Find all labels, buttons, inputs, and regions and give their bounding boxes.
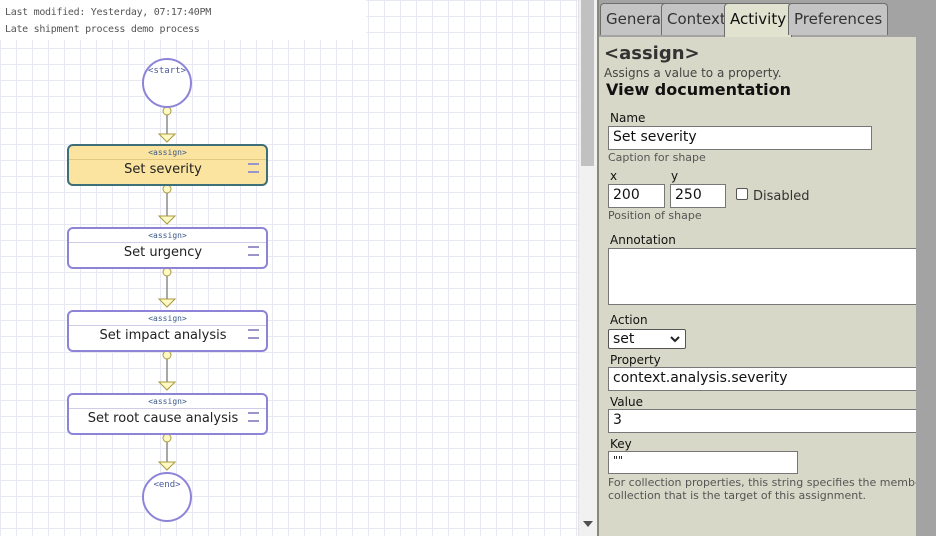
diagram-canvas[interactable]: Last modified: Yesterday, 07:17:40PM Lat… <box>0 0 578 536</box>
tab-preferences[interactable]: Preferences <box>788 3 889 35</box>
property-label: Property <box>610 353 661 367</box>
name-hint: Caption for shape <box>608 151 706 164</box>
shape-caption: Set urgency <box>123 245 203 260</box>
end-label: <end> <box>153 480 181 490</box>
disabled-checkbox[interactable] <box>736 188 748 200</box>
drag-handle-icon[interactable] <box>248 246 259 256</box>
arrowhead-icon <box>157 133 177 143</box>
action-select-value: set <box>613 331 635 347</box>
drag-handle-icon[interactable] <box>248 412 259 422</box>
shape-caption: Set impact analysis <box>99 328 227 343</box>
output-port[interactable] <box>162 433 172 443</box>
assign-shape-set-urgency[interactable]: <assign> Set urgency <box>67 227 268 269</box>
arrowhead-icon <box>157 381 177 391</box>
arrowhead-icon <box>157 298 177 308</box>
view-documentation-link[interactable]: View documentation <box>606 80 791 99</box>
scrollbar-thumb[interactable] <box>581 0 594 166</box>
name-label: Name <box>610 111 646 125</box>
key-hint-line-2: collection that is the target of this as… <box>608 489 867 502</box>
y-input[interactable]: 250 <box>670 184 726 208</box>
properties-panel: General Context Activity Preferences <as… <box>597 0 936 536</box>
end-node[interactable]: <end> <box>142 472 192 522</box>
assign-shape-set-impact-analysis[interactable]: <assign> Set impact analysis <box>67 310 268 352</box>
arrowhead-icon <box>157 461 177 471</box>
output-port[interactable] <box>162 106 172 116</box>
shape-tag: <assign> <box>148 397 187 406</box>
annotation-label: Annotation <box>610 233 676 247</box>
value-input[interactable]: 3 <box>608 409 928 433</box>
tab-bar: General Context Activity Preferences <box>599 0 936 38</box>
shape-caption: Set root cause analysis <box>87 411 239 426</box>
shape-tag: <assign> <box>148 148 187 157</box>
assign-shape-set-severity[interactable]: <assign> Set severity <box>67 144 268 186</box>
assign-shape-set-root-cause-analysis[interactable]: <assign> Set root cause analysis <box>67 393 268 435</box>
key-hint-line-1: For collection properties, this string s… <box>608 476 927 489</box>
x-label: x <box>610 169 618 183</box>
panel-right-edge <box>916 0 936 536</box>
chevron-down-icon <box>670 336 680 343</box>
shape-tag: <assign> <box>148 231 187 240</box>
drag-handle-icon[interactable] <box>248 329 259 339</box>
key-label: Key <box>610 437 632 451</box>
x-input[interactable]: 200 <box>608 184 665 208</box>
value-label: Value <box>610 395 643 409</box>
disabled-label: Disabled <box>753 189 810 204</box>
activity-description: Assigns a value to a property. <box>604 66 782 80</box>
tab-activity[interactable]: Activity <box>724 3 793 38</box>
shape-tag: <assign> <box>148 314 187 323</box>
position-hint: Position of shape <box>608 209 702 222</box>
drag-handle-icon[interactable] <box>248 163 259 173</box>
activity-tab-content: <assign> Assigns a value to a property. … <box>599 37 936 536</box>
arrowhead-icon <box>157 215 177 225</box>
action-label: Action <box>610 313 648 327</box>
annotation-textarea[interactable] <box>608 248 928 305</box>
shape-caption: Set severity <box>124 162 202 177</box>
vertical-scrollbar[interactable] <box>578 0 597 536</box>
action-select[interactable]: set <box>608 329 686 349</box>
scroll-down-arrow-icon[interactable] <box>583 521 593 527</box>
y-label: y <box>671 169 679 183</box>
output-port[interactable] <box>162 350 172 360</box>
start-node[interactable]: <start> <box>142 58 192 108</box>
property-input[interactable]: context.analysis.severity <box>608 367 928 391</box>
output-port[interactable] <box>162 184 172 194</box>
key-input[interactable]: "" <box>608 451 798 474</box>
name-input[interactable]: Set severity <box>608 126 872 150</box>
tab-context[interactable]: Context <box>661 3 732 35</box>
output-port[interactable] <box>162 267 172 277</box>
start-label: <start> <box>148 66 186 76</box>
activity-heading: <assign> <box>604 43 700 64</box>
